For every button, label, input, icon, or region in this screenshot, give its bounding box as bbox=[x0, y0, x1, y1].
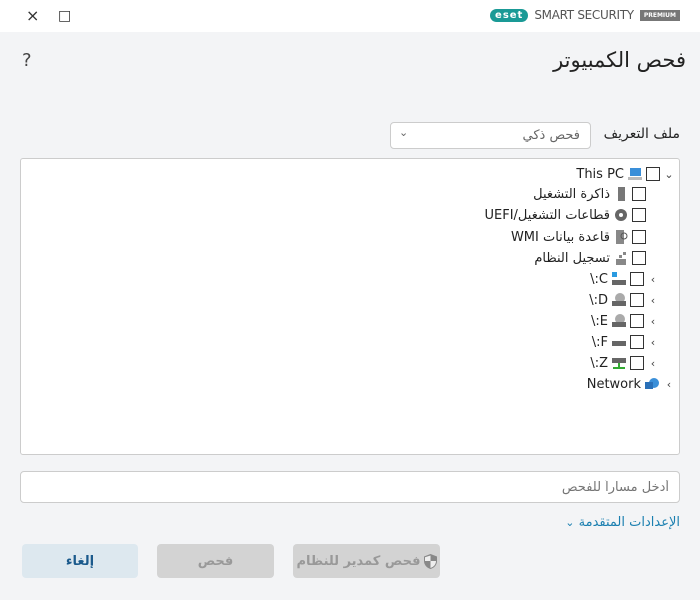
tree-item-label: ذاكرة التشغيل bbox=[533, 186, 610, 202]
tree-item-registry[interactable]: تسجيل النظام bbox=[534, 248, 646, 268]
tree-item-label: This PC bbox=[576, 166, 624, 182]
checkbox[interactable] bbox=[630, 335, 644, 349]
tree-item-label: قاعدة بيانات WMI bbox=[510, 229, 610, 245]
tree-item-wmi[interactable]: قاعدة بيانات WMI bbox=[511, 227, 646, 247]
scan-as-admin-button[interactable]: فحص كمدير للنظام bbox=[293, 544, 440, 578]
checkbox[interactable] bbox=[632, 230, 646, 244]
cancel-label: إلغاء bbox=[65, 553, 95, 569]
tree-item-drive-c[interactable]: ‹ C:\ bbox=[590, 269, 659, 289]
product-name: SMART SECURITY bbox=[534, 8, 634, 22]
system-drive-icon bbox=[612, 272, 626, 285]
scan-as-admin-label: فحص كمدير للنظام bbox=[296, 553, 421, 569]
scan-path-input[interactable] bbox=[20, 471, 680, 503]
advanced-settings-toggle[interactable]: الإعدادات المتقدمة ⌄ bbox=[565, 515, 680, 530]
checkbox[interactable] bbox=[630, 272, 644, 286]
profile-label: ملف التعريف bbox=[603, 126, 680, 142]
tree-item-label: تسجيل النظام bbox=[534, 250, 610, 266]
wmi-icon bbox=[616, 230, 628, 244]
close-icon[interactable]: × bbox=[26, 6, 39, 26]
tree-item-network[interactable]: ‹ Network bbox=[587, 374, 675, 394]
tree-item-label: Z:\ bbox=[590, 355, 608, 371]
chevron-down-icon[interactable]: ⌄ bbox=[663, 168, 675, 181]
tree-item-this-pc[interactable]: ⌄ This PC bbox=[576, 164, 675, 184]
scan-label: فحص bbox=[197, 553, 234, 569]
profile-selected: فحص ذكي bbox=[522, 128, 580, 143]
chevron-down-icon: ⌄ bbox=[565, 516, 575, 529]
tree-item-label: D:\ bbox=[589, 292, 608, 308]
tree-item-label: E:\ bbox=[591, 313, 608, 329]
chevron-left-icon[interactable]: ‹ bbox=[663, 378, 675, 391]
chevron-left-icon[interactable]: ‹ bbox=[647, 336, 659, 349]
memory-icon bbox=[618, 187, 625, 201]
page-title: فحص الكمبيوتر bbox=[553, 48, 686, 72]
tree-item-memory[interactable]: ذاكرة التشغيل bbox=[533, 184, 646, 204]
chevron-down-icon: ⌄ bbox=[399, 126, 409, 139]
scan-targets-tree: ⌄ This PC ذاكرة التشغيل قطاعات التشغيل/U… bbox=[20, 158, 680, 455]
tree-item-drive-f[interactable]: ‹ F:\ bbox=[592, 332, 659, 352]
network-icon bbox=[645, 378, 659, 389]
checkbox[interactable] bbox=[632, 251, 646, 265]
title-bar: × □ eset SMART SECURITY PREMIUM bbox=[0, 0, 700, 32]
tree-item-drive-d[interactable]: ‹ D:\ bbox=[589, 290, 659, 310]
chevron-left-icon[interactable]: ‹ bbox=[647, 294, 659, 307]
checkbox[interactable] bbox=[630, 356, 644, 370]
network-drive-icon bbox=[612, 358, 626, 369]
checkbox[interactable] bbox=[630, 314, 644, 328]
tree-item-drive-e[interactable]: ‹ E:\ bbox=[591, 311, 659, 331]
edition-badge: PREMIUM bbox=[639, 9, 680, 21]
tree-item-label: F:\ bbox=[591, 334, 608, 350]
checkbox[interactable] bbox=[646, 167, 660, 181]
checkbox[interactable] bbox=[632, 208, 646, 222]
computer-icon bbox=[628, 168, 642, 180]
optical-drive-icon bbox=[612, 293, 626, 306]
chevron-left-icon[interactable]: ‹ bbox=[647, 357, 659, 370]
checkbox[interactable] bbox=[630, 293, 644, 307]
chevron-left-icon[interactable]: ‹ bbox=[647, 273, 659, 286]
tree-item-label: قطاعات التشغيل/UEFI bbox=[484, 207, 611, 223]
help-icon[interactable]: ? bbox=[22, 50, 32, 71]
shield-icon bbox=[423, 553, 437, 569]
eset-logo: eset SMART SECURITY PREMIUM bbox=[490, 8, 680, 22]
boot-sector-icon bbox=[615, 209, 627, 221]
optical-drive-icon bbox=[612, 314, 626, 327]
checkbox[interactable] bbox=[632, 187, 646, 201]
chevron-left-icon[interactable]: ‹ bbox=[647, 315, 659, 328]
scan-button[interactable]: فحص bbox=[157, 544, 274, 578]
eset-badge: eset bbox=[490, 8, 529, 22]
tree-item-drive-z[interactable]: ‹ Z:\ bbox=[590, 353, 659, 373]
tree-item-label: C:\ bbox=[590, 271, 608, 287]
cancel-button[interactable]: إلغاء bbox=[22, 544, 138, 578]
tree-item-boot-sectors[interactable]: قطاعات التشغيل/UEFI bbox=[484, 205, 646, 225]
registry-icon bbox=[616, 252, 626, 265]
advanced-settings-label: الإعدادات المتقدمة bbox=[578, 515, 680, 530]
profile-select[interactable]: فحص ذكي ⌄ bbox=[390, 122, 591, 149]
drive-icon bbox=[612, 341, 626, 346]
tree-item-label: Network bbox=[586, 376, 641, 392]
maximize-icon[interactable]: □ bbox=[58, 6, 71, 26]
